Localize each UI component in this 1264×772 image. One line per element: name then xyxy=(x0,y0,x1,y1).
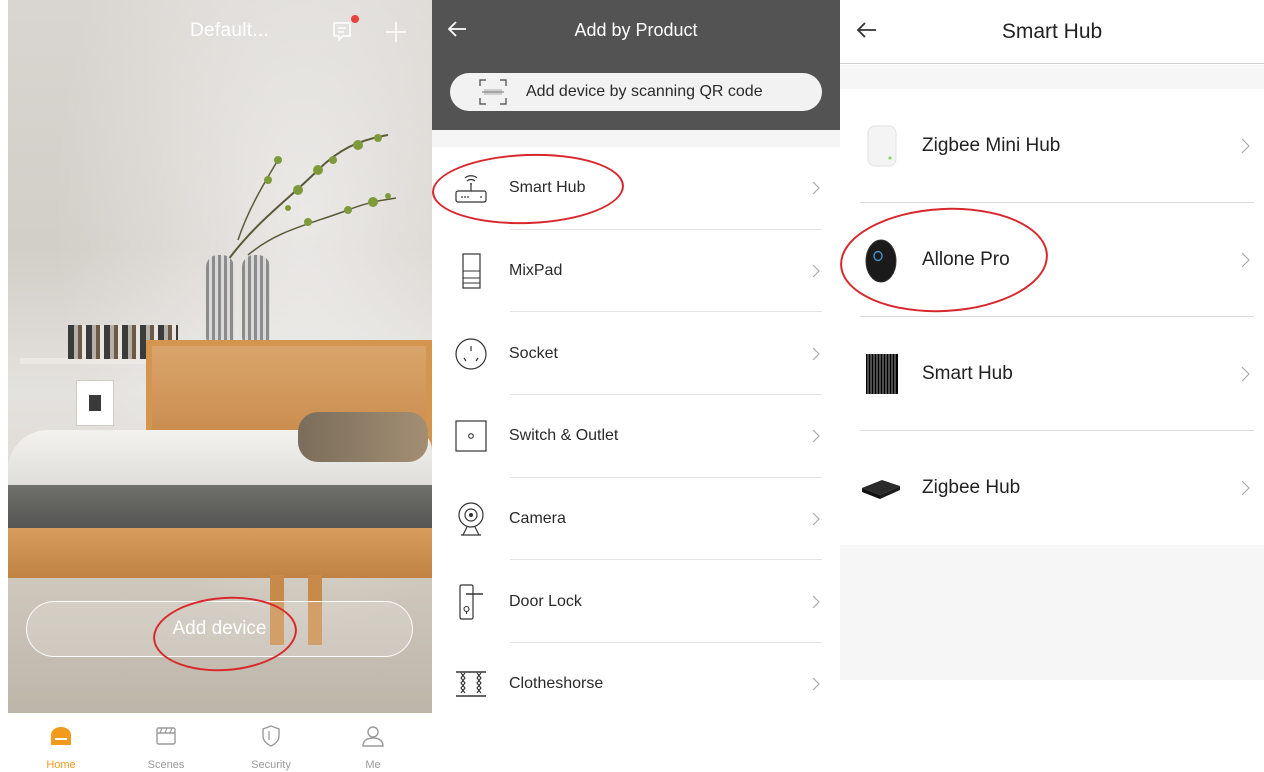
chevron-right-icon xyxy=(812,264,820,278)
product-item-label: Switch & Outlet xyxy=(509,427,619,445)
panel-icon xyxy=(453,251,489,291)
door-lock-icon xyxy=(453,582,489,622)
product-item-label: MixPad xyxy=(509,262,563,280)
chevron-right-icon xyxy=(1241,366,1250,382)
hub-item-label: Zigbee Mini Hub xyxy=(922,135,1061,156)
tab-me-label: Me xyxy=(365,759,381,771)
product-item-label: Clotheshorse xyxy=(509,675,604,693)
home-selector[interactable]: Default... xyxy=(190,20,269,42)
switch-icon xyxy=(453,416,489,456)
person-icon xyxy=(362,726,384,747)
qr-scan-icon xyxy=(479,79,507,105)
product-item-camera[interactable]: Camera xyxy=(432,478,840,561)
tab-home[interactable]: Home xyxy=(26,713,96,772)
hub-item-label: Zigbee Hub xyxy=(922,477,1021,498)
zigbee-mini-hub-image xyxy=(860,120,902,172)
hub-item-label: Smart Hub xyxy=(922,363,1013,384)
add-device-label: Add device xyxy=(172,618,267,639)
tab-me[interactable]: Me xyxy=(338,713,408,772)
hub-product-list: Zigbee Mini Hub Allone Pro Smart Hub Zig… xyxy=(840,89,1264,545)
add-device-button[interactable]: Add device xyxy=(26,601,413,657)
hub-header: Smart Hub xyxy=(840,0,1264,64)
product-category-list: Smart Hub MixPad Socket Switch & Outlet … xyxy=(432,147,840,726)
product-item-label: Door Lock xyxy=(509,592,582,610)
chevron-right-icon xyxy=(1241,252,1250,268)
product-item-label: Camera xyxy=(509,510,566,528)
socket-icon xyxy=(453,334,489,374)
product-item-switch-outlet[interactable]: Switch & Outlet xyxy=(432,395,840,478)
branches-decoration xyxy=(227,134,397,261)
clotheshorse-icon xyxy=(453,664,489,704)
chevron-right-icon xyxy=(1241,138,1250,154)
product-item-label: Socket xyxy=(509,344,558,362)
shield-icon xyxy=(262,725,280,747)
product-item-mixpad[interactable]: MixPad xyxy=(432,230,840,313)
tab-scenes[interactable]: Scenes xyxy=(131,713,201,772)
allone-pro-image xyxy=(860,234,902,286)
chevron-right-icon xyxy=(812,512,820,526)
home-screen: Default... Add device Home Scenes Securi… xyxy=(0,0,432,772)
hub-item-allone-pro[interactable]: Allone Pro xyxy=(840,203,1264,317)
scan-qr-label: Add device by scanning QR code xyxy=(526,83,763,100)
scenes-icon xyxy=(156,727,176,745)
smart-hub-screen: Smart Hub Zigbee Mini Hub Allone Pro Sma… xyxy=(840,0,1264,772)
chevron-right-icon xyxy=(812,595,820,609)
smart-hub-image xyxy=(860,348,902,400)
message-icon[interactable] xyxy=(331,20,353,42)
router-icon xyxy=(453,168,489,208)
add-by-product-screen: Add by Product Add device by scanning QR… xyxy=(432,0,840,772)
tab-security-label: Security xyxy=(251,759,291,771)
chevron-right-icon xyxy=(812,347,820,361)
scan-qr-button[interactable]: Add device by scanning QR code xyxy=(450,73,822,111)
camera-icon xyxy=(453,499,489,539)
hub-item-zigbee-mini-hub[interactable]: Zigbee Mini Hub xyxy=(840,89,1264,203)
notification-dot xyxy=(351,15,359,23)
product-item-label: Smart Hub xyxy=(509,179,586,197)
chevron-right-icon xyxy=(812,429,820,443)
home-icon xyxy=(51,727,71,745)
plus-icon[interactable] xyxy=(384,20,408,44)
hub-item-label: Allone Pro xyxy=(922,249,1010,270)
page-title: Add by Product xyxy=(574,20,698,40)
hub-item-zigbee-hub[interactable]: Zigbee Hub xyxy=(840,431,1264,545)
product-item-clotheshorse[interactable]: Clotheshorse xyxy=(432,643,840,726)
vase-left xyxy=(206,255,234,345)
bottom-tab-bar: Home Scenes Security Me xyxy=(0,713,432,772)
tab-home-label: Home xyxy=(46,759,76,771)
product-header: Add by Product Add device by scanning QR… xyxy=(432,0,840,130)
chevron-right-icon xyxy=(1241,480,1250,496)
zigbee-hub-image xyxy=(860,462,902,514)
page-title: Smart Hub xyxy=(1001,20,1103,43)
chevron-right-icon xyxy=(812,181,820,195)
vase-right xyxy=(242,255,270,345)
chevron-right-icon xyxy=(812,678,820,691)
product-item-socket[interactable]: Socket xyxy=(432,312,840,396)
product-item-smart-hub[interactable]: Smart Hub xyxy=(432,147,840,230)
tab-security[interactable]: Security xyxy=(236,713,306,772)
product-item-door-lock[interactable]: Door Lock xyxy=(432,560,840,644)
tab-scenes-label: Scenes xyxy=(147,759,185,771)
hub-item-smart-hub[interactable]: Smart Hub xyxy=(840,317,1264,431)
